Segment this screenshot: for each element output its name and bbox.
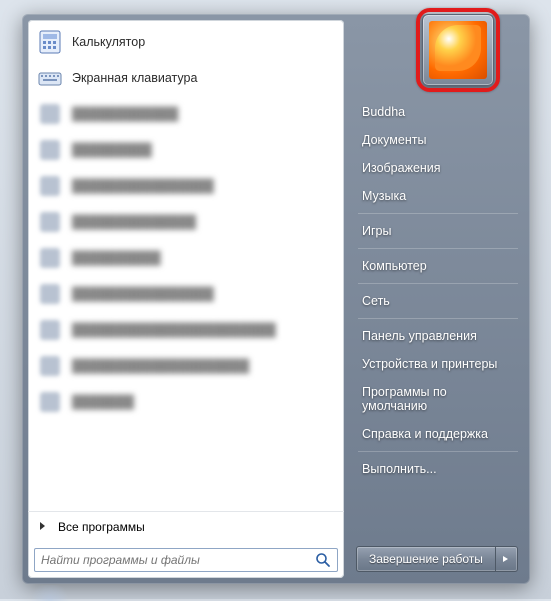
program-item-p10[interactable]: ████████████████████: [30, 348, 342, 384]
start-menu: КалькуляторЭкранная клавиатура██████████…: [22, 14, 530, 584]
blur-icon: [36, 136, 64, 164]
right-item[interactable]: Игры: [356, 217, 520, 245]
right-item[interactable]: Справка и поддержка: [356, 420, 520, 448]
program-label: ██████████: [72, 251, 161, 265]
blur-icon: [36, 316, 64, 344]
right-item[interactable]: Buddha: [356, 98, 520, 126]
program-item-p11[interactable]: ███████: [30, 384, 342, 420]
search-icon: [315, 552, 331, 568]
program-label: ████████████: [72, 107, 178, 121]
program-label: ███████: [72, 395, 134, 409]
right-item[interactable]: Изображения: [356, 154, 520, 182]
program-item-p8[interactable]: ████████████████: [30, 276, 342, 312]
blur-icon: [36, 280, 64, 308]
right-item[interactable]: Выполнить...: [356, 455, 520, 483]
program-item-p4[interactable]: █████████: [30, 132, 342, 168]
right-item[interactable]: Сеть: [356, 287, 520, 315]
program-label: ████████████████: [72, 179, 214, 193]
keyboard-icon: [36, 64, 64, 92]
program-item-osk[interactable]: Экранная клавиатура: [30, 60, 342, 96]
all-programs-label: Все программы: [58, 520, 145, 534]
right-item[interactable]: Компьютер: [356, 252, 520, 280]
search-input[interactable]: [41, 553, 309, 567]
all-programs[interactable]: Все программы: [28, 511, 344, 542]
program-item-p6[interactable]: ██████████████: [30, 204, 342, 240]
program-item-p5[interactable]: ████████████████: [30, 168, 342, 204]
right-item[interactable]: Панель управления: [356, 322, 520, 350]
program-label: ███████████████████████: [72, 323, 276, 337]
program-item-p7[interactable]: ██████████: [30, 240, 342, 276]
shutdown-row: Завершение работы: [356, 540, 520, 572]
program-item-p9[interactable]: ███████████████████████: [30, 312, 342, 348]
separator: [358, 451, 518, 452]
calculator-icon: [36, 28, 64, 56]
program-label: ████████████████████: [72, 359, 249, 373]
programs-list: КалькуляторЭкранная клавиатура██████████…: [28, 20, 344, 511]
separator: [358, 283, 518, 284]
program-label: Калькулятор: [72, 35, 145, 49]
search-row: [28, 542, 344, 578]
blur-icon: [36, 172, 64, 200]
right-pane: BuddhaДокументыИзображенияМузыка Игры Комп…: [344, 20, 524, 578]
shutdown-button[interactable]: Завершение работы: [356, 546, 518, 572]
separator: [358, 248, 518, 249]
shutdown-menu-arrow[interactable]: [495, 547, 517, 571]
blur-icon: [36, 100, 64, 128]
blur-icon: [36, 388, 64, 416]
program-item-p3[interactable]: ████████████: [30, 96, 342, 132]
blur-icon: [36, 208, 64, 236]
blur-icon: [36, 352, 64, 380]
right-item[interactable]: Документы: [356, 126, 520, 154]
separator: [358, 213, 518, 214]
arrow-right-icon: [38, 520, 50, 534]
user-picture: [429, 21, 487, 79]
shutdown-label: Завершение работы: [357, 552, 495, 566]
right-item[interactable]: Музыка: [356, 182, 520, 210]
program-label: ████████████████: [72, 287, 214, 301]
user-picture-frame[interactable]: [422, 14, 494, 86]
program-label: ██████████████: [72, 215, 196, 229]
left-pane: КалькуляторЭкранная клавиатура██████████…: [28, 20, 344, 578]
blur-icon: [36, 244, 64, 272]
program-label: Экранная клавиатура: [72, 71, 197, 85]
right-item[interactable]: Программы по умолчанию: [356, 378, 520, 420]
separator: [358, 318, 518, 319]
program-label: █████████: [72, 143, 152, 157]
right-item[interactable]: Устройства и принтеры: [356, 350, 520, 378]
program-item-calculator[interactable]: Калькулятор: [30, 24, 342, 60]
search-box[interactable]: [34, 548, 338, 572]
